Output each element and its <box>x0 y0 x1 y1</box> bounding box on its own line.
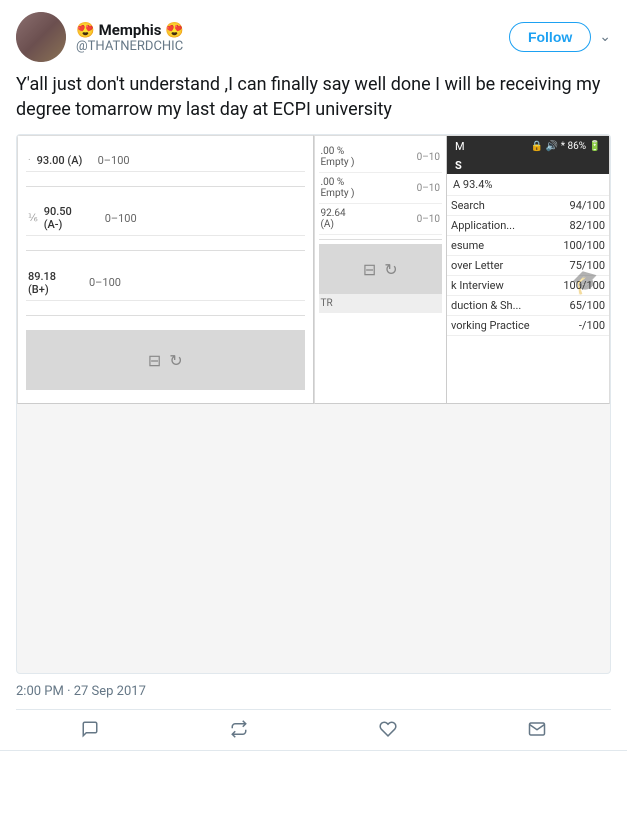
expand-icon-3: ⊟ <box>363 260 376 279</box>
score-label: esume <box>451 239 563 252</box>
tr-label: TR <box>321 298 333 309</box>
retweet-icon <box>230 720 248 738</box>
chevron-down-icon[interactable]: ⌄ <box>599 29 611 45</box>
grade-range-3: 0–100 <box>89 276 129 289</box>
heart-icon <box>379 720 397 738</box>
grade-row: 89.18(B+) 0–100 <box>26 266 305 301</box>
score-label: duction & Sh... <box>451 299 570 312</box>
expand-icon-4: ↻ <box>384 260 397 279</box>
tweet-header: 😍 Memphis 😍 @THATNERDCHIC Follow ⌄ <box>16 12 611 62</box>
gray-section-left: ⊟ ↻ <box>26 330 305 390</box>
mid-range-3: 0–10 <box>417 214 440 225</box>
grade-score-3: 89.18(B+) <box>28 270 83 296</box>
expand-icons: ⊟ ↻ <box>148 351 183 370</box>
tweet-container: 😍 Memphis 😍 @THATNERDCHIC Follow ⌄ Y'all… <box>0 0 627 751</box>
score-row-app: Application... 82/100 <box>447 216 609 236</box>
grade-row: ⅙ 90.50(A-) 0–100 <box>26 201 305 236</box>
mid-score-2: .00 %Empty ) <box>321 177 355 199</box>
tweet-image: · 93.00 (A) 0–100 ⅙ 90.50(A-) 0–100 89.1… <box>16 134 611 674</box>
score-value: -/100 <box>579 319 605 332</box>
score-value: 100/100 <box>563 239 605 252</box>
grade-score-2: 90.50(A-) <box>44 205 99 231</box>
score-label: vorking Practice <box>451 319 579 332</box>
like-button[interactable] <box>379 720 397 738</box>
tweet-timestamp: 2:00 PM · 27 Sep 2017 <box>16 684 611 699</box>
dark-header-bar: M 🔒 🔊 * 86% 🔋 <box>447 136 609 157</box>
tweet-actions <box>16 709 611 738</box>
score-row-working: vorking Practice -/100 <box>447 316 609 336</box>
grade-range-2: 0–100 <box>105 212 145 225</box>
score-value: 65/100 <box>570 299 605 312</box>
grade-row: · 93.00 (A) 0–100 <box>26 150 305 172</box>
status-icons: 🔒 🔊 * 86% 🔋 <box>531 141 601 152</box>
user-info: 😍 Memphis 😍 @THATNERDCHIC <box>76 20 509 54</box>
score-label: over Letter <box>451 259 570 272</box>
score-row-search: Search 94/100 <box>447 196 609 216</box>
grade-score-1: 93.00 (A) <box>37 154 92 167</box>
reply-button[interactable] <box>81 720 99 738</box>
retweet-button[interactable] <box>230 720 248 738</box>
expand-icon-1: ⊟ <box>148 351 161 370</box>
screen-name: @THATNERDCHIC <box>76 39 509 54</box>
display-name: 😍 Memphis 😍 <box>76 20 509 39</box>
mid-score-3: 92.64(A) <box>321 208 346 230</box>
score-label: k Interview <box>451 279 563 292</box>
dark-header-s: S <box>455 159 462 172</box>
mid-range-2: 0–10 <box>417 183 440 194</box>
reply-icon <box>81 720 99 738</box>
overall-grade: A 93.4% <box>453 178 492 191</box>
score-value: 94/100 <box>570 199 605 212</box>
score-label: Search <box>451 199 570 212</box>
mail-button[interactable] <box>528 720 546 738</box>
tweet-text: Y'all just don't understand ,I can final… <box>16 72 611 122</box>
mid-score-1: .00 %Empty ) <box>321 146 355 168</box>
grades-left-panel: · 93.00 (A) 0–100 ⅙ 90.50(A-) 0–100 89.1… <box>17 135 314 404</box>
score-row-duction: duction & Sh... 65/100 🎓 <box>447 296 609 316</box>
emoji-right: 😍 <box>165 21 184 39</box>
dark-header-letter: M <box>455 140 465 153</box>
gray-section-mid: ⊟ ↻ <box>319 244 443 294</box>
mail-icon <box>528 720 546 738</box>
grade-range-1: 0–100 <box>98 154 138 167</box>
emoji-left: 😍 <box>76 21 95 39</box>
score-row-resume: esume 100/100 <box>447 236 609 256</box>
score-label: Application... <box>451 219 570 232</box>
grades-right-panel: .00 %Empty ) 0–10 .00 %Empty ) 0–10 92.6… <box>314 135 611 404</box>
expand-icon-2: ↻ <box>169 351 182 370</box>
username: Memphis <box>99 21 162 39</box>
score-value: 82/100 <box>570 219 605 232</box>
follow-button[interactable]: Follow <box>509 22 591 52</box>
mid-range-1: 0–10 <box>417 152 440 163</box>
avatar[interactable] <box>16 12 66 62</box>
